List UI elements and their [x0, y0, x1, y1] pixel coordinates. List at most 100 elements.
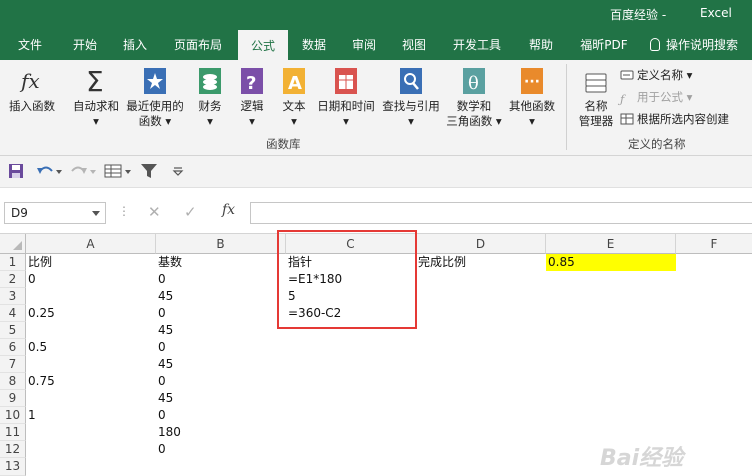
question-book-icon: ?: [241, 68, 263, 94]
column-header-a[interactable]: A: [26, 234, 156, 254]
row-header-12[interactable]: 12: [0, 441, 26, 458]
math-trig-button[interactable]: θ 数学和 三角函数 ▾: [446, 66, 502, 129]
column-header-e[interactable]: E: [546, 234, 676, 254]
row-header-2[interactable]: 2: [0, 271, 26, 288]
row-header-7[interactable]: 7: [0, 356, 26, 373]
column-header-b[interactable]: B: [156, 234, 286, 254]
formula-input[interactable]: [250, 202, 752, 224]
fx-icon: fx: [19, 69, 40, 93]
define-name-button[interactable]: 定义名称 ▾: [620, 66, 692, 84]
cell-b6[interactable]: 0: [156, 339, 286, 356]
tab-data[interactable]: 数据: [292, 30, 336, 60]
row-header-13[interactable]: 13: [0, 458, 26, 476]
filter-icon[interactable]: [140, 163, 158, 179]
title-bar: 百度经验 - Excel: [0, 0, 752, 30]
use-in-formula-button[interactable]: ƒ 用于公式 ▾: [620, 88, 692, 106]
cell-a6[interactable]: 0.5: [26, 339, 156, 356]
select-all-button[interactable]: [0, 234, 26, 254]
formula-bar: D9 ⋮ ✕ ✓ fx: [0, 188, 752, 234]
svg-text:···: ···: [524, 74, 540, 90]
row-header-6[interactable]: 6: [0, 339, 26, 356]
tab-view[interactable]: 视图: [392, 30, 436, 60]
calendar-book-icon: [335, 68, 357, 94]
more-functions-button[interactable]: ··· 其他函数 ▾: [506, 66, 558, 129]
tab-formulas[interactable]: 公式: [238, 30, 288, 60]
tab-insert[interactable]: 插入: [112, 30, 158, 60]
customize-toolbar-icon[interactable]: [172, 163, 184, 179]
row-header-10[interactable]: 10: [0, 407, 26, 424]
row-header-8[interactable]: 8: [0, 373, 26, 390]
name-box[interactable]: D9: [4, 202, 106, 224]
save-icon[interactable]: [8, 163, 24, 179]
cell-a4[interactable]: 0.25: [26, 305, 156, 322]
svg-text:Σ: Σ: [86, 66, 104, 96]
form-icon[interactable]: [104, 163, 132, 179]
cell-b2[interactable]: 0: [156, 271, 286, 288]
document-title: 百度经验 -: [610, 8, 667, 22]
lookup-reference-button[interactable]: 查找与引用 ▾: [380, 66, 442, 129]
lightbulb-icon: [650, 38, 660, 51]
tab-home[interactable]: 开始: [62, 30, 108, 60]
autosum-button[interactable]: Σ 自动求和 ▾: [70, 66, 122, 129]
column-header-f[interactable]: F: [676, 234, 752, 254]
insert-function-icon[interactable]: fx: [222, 202, 235, 218]
undo-icon[interactable]: [36, 163, 62, 179]
logical-button[interactable]: ? 逻辑 ▾: [234, 66, 270, 129]
tab-help[interactable]: 帮助: [518, 30, 564, 60]
cell-a8[interactable]: 0.75: [26, 373, 156, 390]
resize-handle-icon[interactable]: ⋮: [118, 204, 130, 218]
redo-icon[interactable]: [70, 163, 96, 179]
cell-b3[interactable]: 45: [156, 288, 286, 305]
tab-page-layout[interactable]: 页面布局: [166, 30, 230, 60]
tab-foxit-pdf[interactable]: 福昕PDF: [572, 30, 636, 60]
tell-me-search[interactable]: 操作说明搜索: [650, 30, 752, 60]
group-label-defined-names: 定义的名称: [628, 137, 686, 151]
cell-b8[interactable]: 0: [156, 373, 286, 390]
cell-e1[interactable]: 0.85: [546, 254, 676, 271]
insert-function-button[interactable]: fx 插入函数: [6, 66, 58, 114]
ribbon: fx 插入函数 Σ 自动求和▾ 最近使用的函数 ▾ 财务▾ ? 逻辑▾: [0, 60, 752, 156]
column-header-d[interactable]: D: [416, 234, 546, 254]
formula-icon: ƒ: [620, 92, 625, 106]
row-header-4[interactable]: 4: [0, 305, 26, 322]
date-time-button[interactable]: 日期和时间 ▾: [314, 66, 378, 129]
cell-a10[interactable]: 1: [26, 407, 156, 424]
row-header-1[interactable]: 1: [0, 254, 26, 271]
cell-b12[interactable]: 0: [156, 441, 286, 458]
more-book-icon: ···: [521, 68, 543, 94]
cancel-icon[interactable]: ✕: [148, 203, 161, 221]
row-header-9[interactable]: 9: [0, 390, 26, 407]
cell-b5[interactable]: 45: [156, 322, 286, 339]
text-book-icon: A: [283, 68, 305, 94]
cell-b9[interactable]: 45: [156, 390, 286, 407]
group-label-function-library: 函数库: [266, 137, 301, 151]
row-header-3[interactable]: 3: [0, 288, 26, 305]
tab-review[interactable]: 审阅: [342, 30, 386, 60]
cell-b10[interactable]: 0: [156, 407, 286, 424]
create-from-selection-button[interactable]: 根据所选内容创建: [620, 110, 729, 128]
cell-b11[interactable]: 180: [156, 424, 286, 441]
tab-developer[interactable]: 开发工具: [446, 30, 508, 60]
financial-button[interactable]: 财务 ▾: [192, 66, 228, 129]
enter-icon[interactable]: ✓: [184, 203, 197, 221]
row-header-11[interactable]: 11: [0, 424, 26, 441]
cell-b7[interactable]: 45: [156, 356, 286, 373]
annotation-highlight-box: [277, 230, 417, 329]
quick-access-toolbar: [0, 156, 752, 188]
chevron-down-icon[interactable]: [92, 211, 100, 216]
cell-b4[interactable]: 0: [156, 305, 286, 322]
coins-book-icon: [199, 68, 221, 94]
svg-text:A: A: [288, 73, 302, 94]
text-button[interactable]: A 文本 ▾: [276, 66, 312, 129]
name-manager-button[interactable]: 名称 管理器: [572, 66, 620, 129]
cell-a2[interactable]: 0: [26, 271, 156, 288]
recently-used-button[interactable]: 最近使用的 函数 ▾: [124, 66, 186, 129]
cell-a1[interactable]: 比例: [26, 254, 156, 271]
cell-d1[interactable]: 完成比例: [416, 254, 546, 271]
row-header-5[interactable]: 5: [0, 322, 26, 339]
tab-file[interactable]: 文件: [8, 30, 52, 60]
cell-b1[interactable]: 基数: [156, 254, 286, 271]
theta-book-icon: θ: [463, 68, 485, 94]
ribbon-tabs: 文件 开始 插入 页面布局 公式 数据 审阅 视图 开发工具 帮助 福昕PDF …: [0, 30, 752, 60]
svg-text:fx: fx: [19, 69, 40, 93]
